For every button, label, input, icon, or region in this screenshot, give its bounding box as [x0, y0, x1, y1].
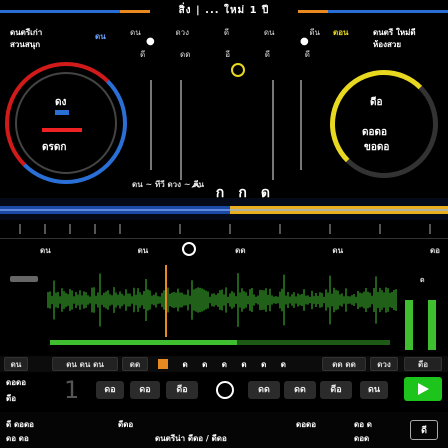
mixer-fader-center-track[interactable]: [180, 80, 182, 180]
deck-right-center-top: ดีอ: [370, 97, 383, 108]
toolbar2-left-top: ดอดอ: [6, 378, 26, 387]
timeline-label: ดน: [332, 246, 344, 255]
main-waveform-panel[interactable]: [8, 265, 398, 345]
timeline-labels: ดน ดน ดด ดน ดอ: [40, 244, 440, 257]
mixer-row-a: ดี ดด อี ดี ดี: [140, 48, 310, 61]
toolbar-center-item[interactable]: ด: [261, 358, 266, 371]
footer-center-text: ดนตรีน่า ดีดอ / ดีดอ: [155, 434, 227, 443]
footer-col4-top: ดอดอ: [296, 420, 316, 429]
mixer-top-labels: ดน ดวง ดี ดน ดีน: [130, 26, 320, 39]
mixer-fader-center2-track[interactable]: [272, 80, 274, 180]
mixer-lock-right-icon[interactable]: ●: [300, 36, 309, 47]
toolbar2-button[interactable]: ดด: [248, 381, 280, 399]
footer-corner-button[interactable]: ดี: [410, 420, 438, 440]
toolbar-center-item[interactable]: ด: [182, 358, 187, 371]
mixer-eq-knob-yellow[interactable]: [231, 63, 245, 77]
deck-right-label: ตอน: [333, 28, 349, 37]
main-waveform-progress: [50, 340, 390, 345]
toolbar-left-btn[interactable]: ดด: [122, 357, 148, 371]
deck-right-jog-wheel[interactable]: [330, 70, 438, 178]
deck-left-center-top: ดง: [55, 97, 67, 108]
timeline-label: ดน: [40, 246, 51, 255]
footer-col1-top: ดี ดอดอ: [6, 420, 34, 429]
toolbar-right-btn[interactable]: ดีอ: [404, 357, 442, 371]
toolbar2-button[interactable]: ดอ: [130, 381, 160, 399]
mixer-top-label: ดวง: [175, 28, 190, 37]
mixer-knob-label[interactable]: ดด: [180, 48, 190, 61]
toolbar-right-btn[interactable]: ดด ดด: [322, 357, 366, 371]
footer-col1-bottom: ดอ ดอ: [6, 434, 29, 443]
mixer-lock-left-icon[interactable]: ●: [146, 36, 155, 47]
footer-col2-top: ดีดอ: [118, 420, 134, 429]
timeline-ticks: [19, 224, 431, 234]
deck-right-line2: ห้องสวย: [373, 40, 402, 49]
toolbar-orange-icon[interactable]: [158, 359, 168, 369]
mixer-knob-label[interactable]: ดี: [140, 48, 145, 61]
toolbar2-button[interactable]: ดน: [360, 381, 388, 399]
timeline-label: ดอ: [429, 246, 440, 255]
play-button[interactable]: [404, 377, 442, 401]
waveform-overview-svg: [0, 206, 448, 214]
main-waveform-svg: [47, 273, 397, 327]
toolbar2-cue-circle-icon[interactable]: [216, 381, 234, 399]
footer-col5-bottom: ดอด: [354, 434, 370, 443]
toolbar-center-items: ด ด ด ด ด ด: [158, 357, 286, 371]
footer-col5-top: ดอ ด: [354, 420, 372, 429]
toolbar-center-item[interactable]: ด: [202, 358, 207, 371]
play-icon: [418, 383, 429, 395]
timeline-label: ดน: [137, 246, 149, 255]
deck-left-inner-ring: [15, 72, 117, 174]
app-title: สิ่ง | ... ใหม่ 1 ปี: [178, 5, 270, 16]
toolbar2-button[interactable]: ดด: [284, 381, 316, 399]
deck-right-center-mid: ดอดอ: [362, 127, 387, 138]
right-meter-label: ด: [420, 276, 425, 284]
toolbar2-left-bottom: ดีอ: [6, 394, 16, 403]
toolbar-center-item[interactable]: ด: [241, 358, 246, 371]
main-waveform-progress-fill: [50, 340, 237, 345]
toolbar-center-item[interactable]: ด: [281, 358, 286, 371]
title-bar: สิ่ง | ... ใหม่ 1 ปี: [0, 0, 448, 22]
deck-left-blue-marker: [55, 110, 69, 115]
mixer-top-label: ดน: [263, 28, 275, 37]
mixer-fader-right-track[interactable]: [300, 80, 302, 170]
deck-left-center-bottom: ดรดก: [42, 142, 67, 153]
deck-left-label: ดน: [95, 32, 106, 41]
timeline-label: ดด: [235, 246, 246, 255]
toolbar2-button[interactable]: ดีอ: [166, 381, 198, 399]
timeline-bar[interactable]: [0, 220, 448, 239]
mixer-bottom-text: ดน ~ ทีวี ดวง ~ ดีน: [132, 180, 205, 189]
deck-right-center-bottom: ขอดอ: [364, 142, 390, 153]
mixer-knob-label[interactable]: ดี: [305, 48, 310, 61]
deck-left-line2: สวนสนุก: [10, 40, 41, 49]
deck-left-red-marker: [42, 128, 82, 132]
level-meter-left: [405, 300, 413, 350]
toolbar2-button[interactable]: ดีอ: [320, 381, 352, 399]
toolbar-center-item[interactable]: ด: [222, 358, 227, 371]
main-waveform-top-tab: [10, 276, 38, 282]
level-meter-right: [428, 300, 436, 350]
toolbar-left-btn[interactable]: ดน: [4, 357, 28, 371]
timeline-cue-circle-icon[interactable]: [182, 242, 196, 256]
deck-number: 1: [64, 376, 80, 404]
mixer-knob-label[interactable]: ดี: [265, 48, 270, 61]
toolbar2-button[interactable]: ดอ: [96, 381, 124, 399]
mixer-top-label: ดีน: [309, 28, 320, 37]
mixer-fader-left-track[interactable]: [150, 80, 152, 170]
main-waveform-marker: [165, 265, 167, 337]
mixer-top-label: ดน: [130, 28, 141, 37]
toolbar-right-btn[interactable]: ดวง: [370, 357, 398, 371]
waveform-overview[interactable]: [0, 198, 448, 220]
mixer-knob-label[interactable]: อี: [225, 48, 230, 61]
toolbar-left-btn[interactable]: ดน ดน ดน: [52, 357, 118, 371]
mixer-top-label: ดี: [223, 28, 230, 37]
